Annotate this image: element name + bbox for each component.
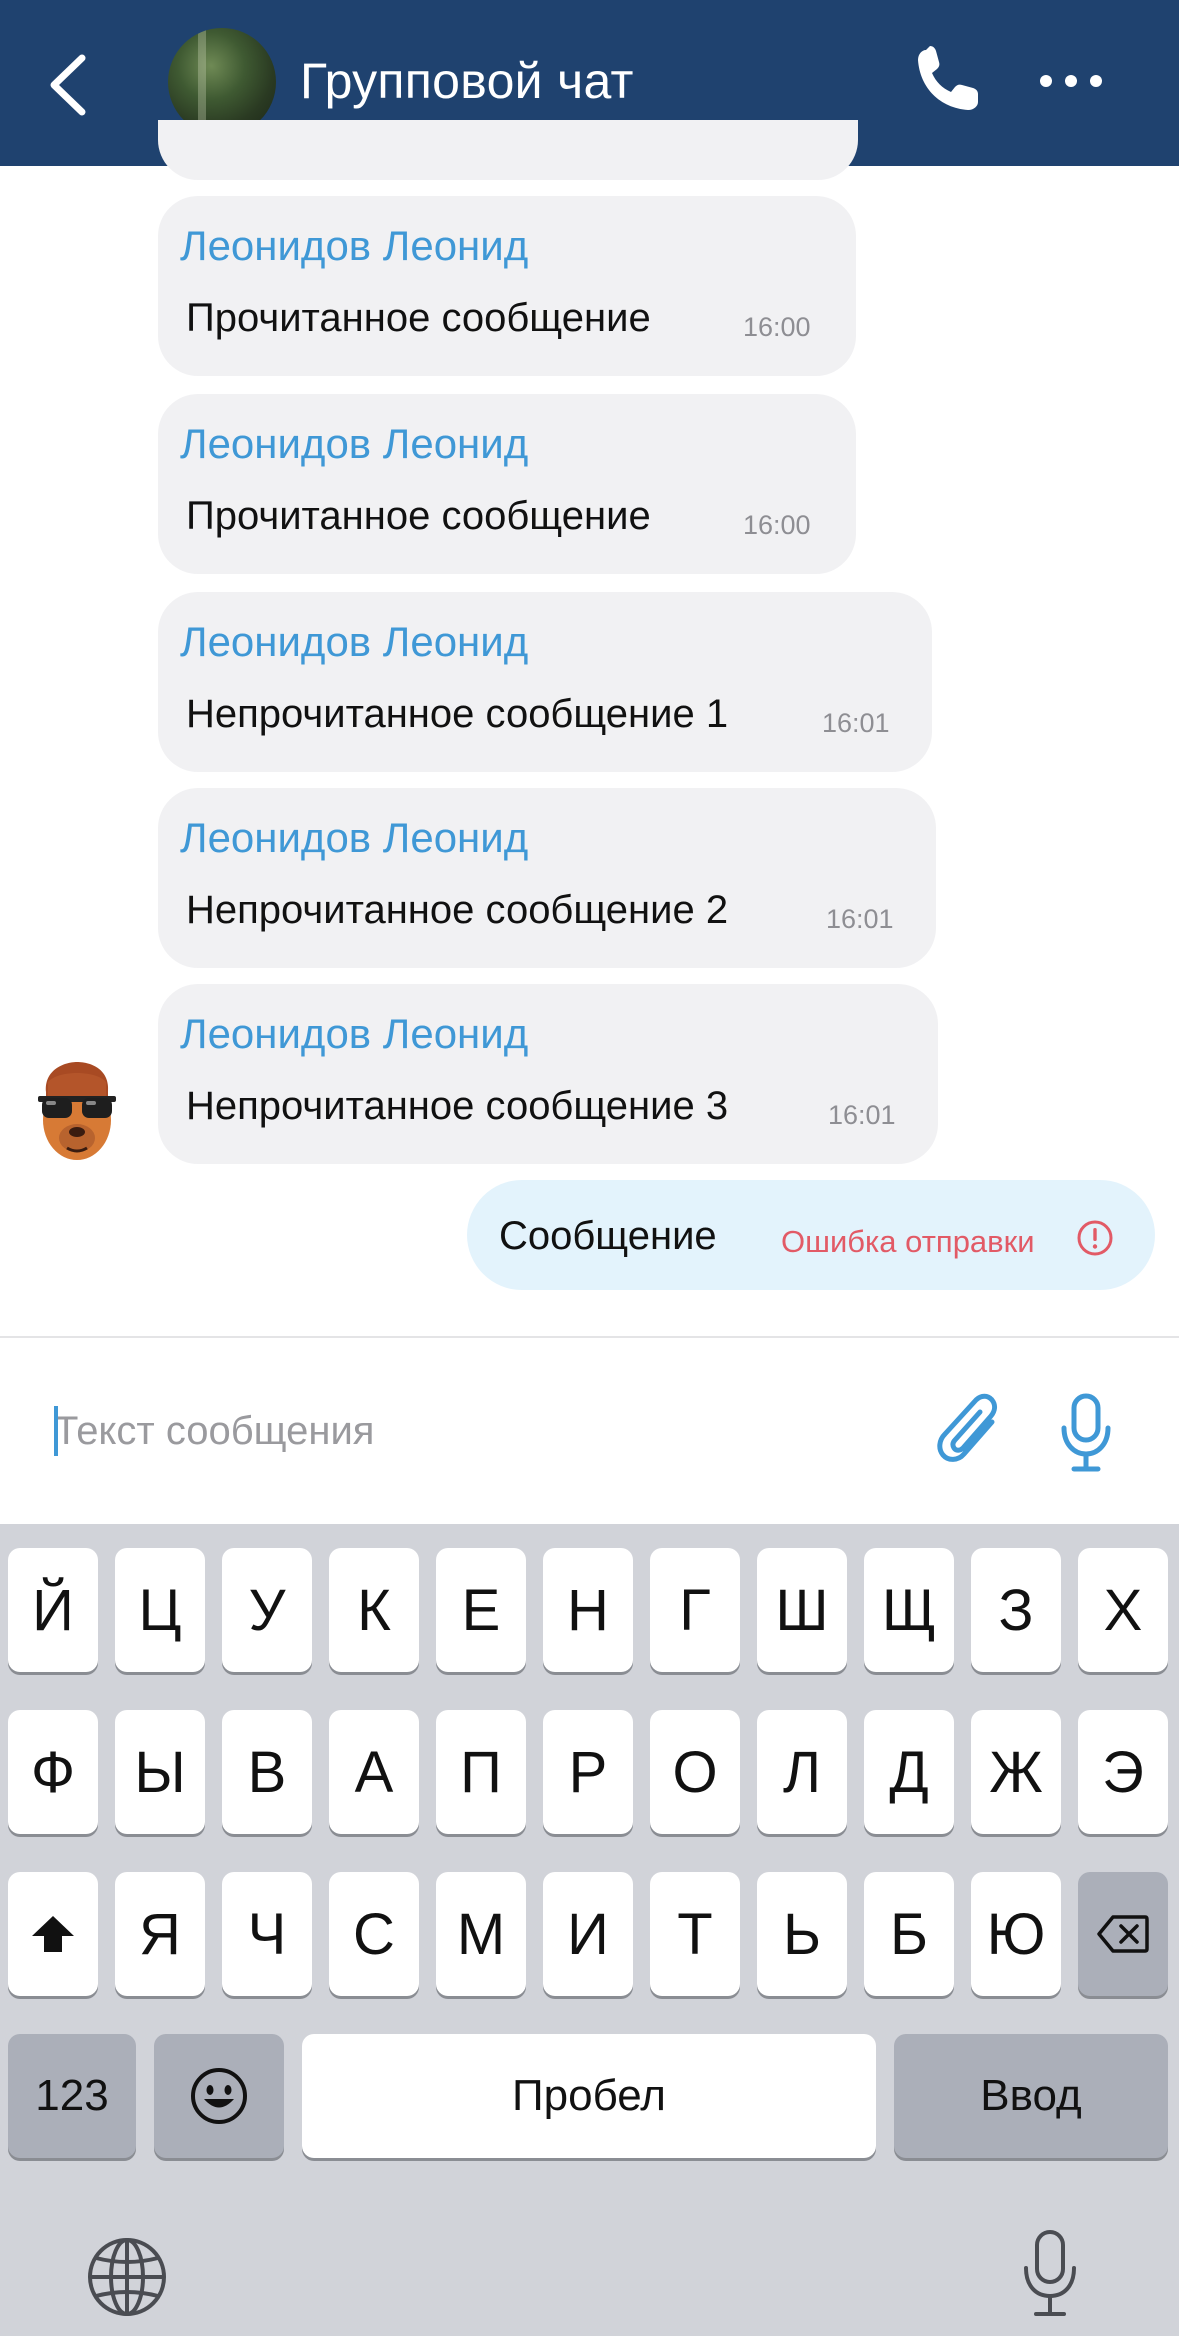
message-author[interactable]: Леонидов Леонид	[180, 814, 528, 862]
key[interactable]: Е	[436, 1548, 526, 1672]
more-options-icon[interactable]	[1036, 56, 1106, 106]
send-error-label[interactable]: Ошибка отправки	[781, 1224, 1035, 1260]
shift-key[interactable]	[8, 1872, 98, 1996]
message-author[interactable]: Леонидов Леонид	[180, 1010, 528, 1058]
key[interactable]: Я	[115, 1872, 205, 1996]
key[interactable]: Ч	[222, 1872, 312, 1996]
phone-icon[interactable]	[912, 44, 984, 116]
key[interactable]: К	[329, 1548, 419, 1672]
key[interactable]: В	[222, 1710, 312, 1834]
key[interactable]: Ц	[115, 1548, 205, 1672]
message-time: 16:01	[828, 1100, 896, 1130]
dictation-microphone-icon[interactable]	[1020, 2228, 1080, 2320]
key[interactable]: Х	[1078, 1548, 1168, 1672]
key[interactable]: А	[329, 1710, 419, 1834]
key[interactable]: Н	[543, 1548, 633, 1672]
key[interactable]: Ф	[8, 1710, 98, 1834]
message-time: 16:01	[826, 904, 894, 934]
previous-message-bubble	[158, 120, 858, 180]
message-bubble[interactable]: Леонидов Леонид Непрочитанное сообщение …	[158, 592, 932, 772]
sender-avatar[interactable]	[34, 1062, 120, 1166]
emoji-smile-icon	[191, 2068, 247, 2124]
key[interactable]: С	[329, 1872, 419, 1996]
message-author[interactable]: Леонидов Леонид	[180, 618, 528, 666]
attach-paperclip-icon[interactable]	[936, 1392, 1008, 1472]
message-author[interactable]: Леонидов Леонид	[180, 420, 528, 468]
key[interactable]: Б	[864, 1872, 954, 1996]
message-time: 16:00	[743, 510, 811, 540]
key[interactable]: Т	[650, 1872, 740, 1996]
message-bubble[interactable]: Леонидов Леонид Непрочитанное сообщение …	[158, 788, 936, 968]
message-bubble[interactable]: Леонидов Леонид Прочитанное сообщение 16…	[158, 196, 856, 376]
key[interactable]: З	[971, 1548, 1061, 1672]
shift-icon	[32, 1916, 74, 1952]
key[interactable]: И	[543, 1872, 633, 1996]
key[interactable]: Л	[757, 1710, 847, 1834]
numbers-key[interactable]: 123	[8, 2034, 136, 2158]
key[interactable]: М	[436, 1872, 526, 1996]
enter-key[interactable]: Ввод	[894, 2034, 1168, 2158]
key[interactable]: У	[222, 1548, 312, 1672]
globe-icon[interactable]	[86, 2236, 168, 2318]
message-text: Непрочитанное сообщение 3	[186, 1084, 729, 1128]
key[interactable]: Ш	[757, 1548, 847, 1672]
backspace-key[interactable]	[1078, 1872, 1168, 1996]
backspace-icon	[1097, 1915, 1149, 1953]
key[interactable]: Ь	[757, 1872, 847, 1996]
outgoing-message-bubble[interactable]: Сообщение Ошибка отправки	[467, 1180, 1155, 1290]
message-bubble[interactable]: Леонидов Леонид Непрочитанное сообщение …	[158, 984, 938, 1164]
text-caret	[54, 1406, 58, 1456]
key[interactable]: Р	[543, 1710, 633, 1834]
key[interactable]: Ю	[971, 1872, 1061, 1996]
message-time: 16:01	[822, 708, 890, 738]
key[interactable]: Щ	[864, 1548, 954, 1672]
key[interactable]: Й	[8, 1548, 98, 1672]
space-key[interactable]: Пробел	[302, 2034, 876, 2158]
key[interactable]: Ы	[115, 1710, 205, 1834]
message-input[interactable]	[54, 1400, 894, 1462]
message-text: Прочитанное сообщение	[186, 296, 651, 340]
keyboard: Й Ц У К Е Н Г Ш Щ З Х Ф Ы В А П Р О Л Д …	[0, 1524, 1179, 2336]
chat-title[interactable]: Групповой чат	[300, 52, 634, 110]
key[interactable]: Ж	[971, 1710, 1061, 1834]
key[interactable]: П	[436, 1710, 526, 1834]
message-time: 16:00	[743, 312, 811, 342]
message-text: Непрочитанное сообщение 1	[186, 692, 729, 736]
key[interactable]: Э	[1078, 1710, 1168, 1834]
message-bubble[interactable]: Леонидов Леонид Прочитанное сообщение 16…	[158, 394, 856, 574]
message-text: Непрочитанное сообщение 2	[186, 888, 729, 932]
key[interactable]: Д	[864, 1710, 954, 1834]
emoji-key[interactable]	[154, 2034, 284, 2158]
error-alert-icon[interactable]	[1075, 1218, 1115, 1258]
microphone-icon[interactable]	[1056, 1392, 1116, 1474]
outgoing-message-text: Сообщение	[499, 1214, 717, 1258]
message-author[interactable]: Леонидов Леонид	[180, 222, 528, 270]
key[interactable]: О	[650, 1710, 740, 1834]
key[interactable]: Г	[650, 1548, 740, 1672]
message-text: Прочитанное сообщение	[186, 494, 651, 538]
back-arrow-icon[interactable]	[40, 50, 100, 120]
